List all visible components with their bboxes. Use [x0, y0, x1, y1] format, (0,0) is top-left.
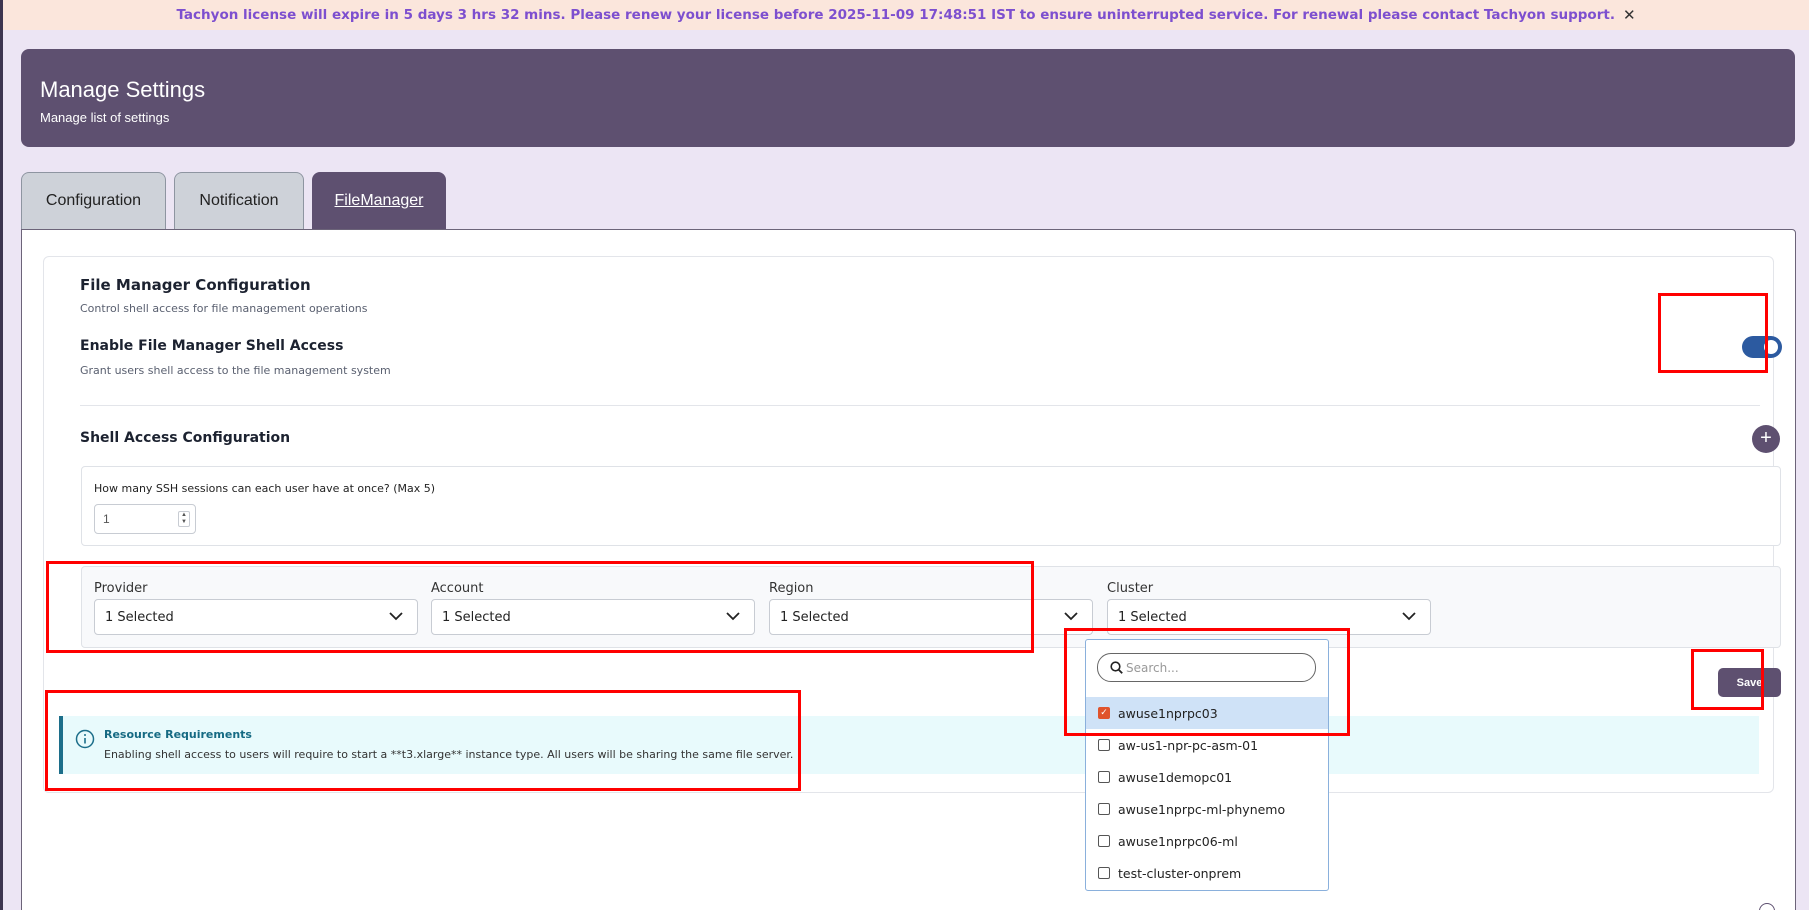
add-button[interactable]: +: [1752, 425, 1780, 453]
license-message: Tachyon license will expire in 5 days 3 …: [176, 7, 1615, 23]
region-select[interactable]: 1 Selected: [769, 599, 1093, 635]
tab-configuration[interactable]: Configuration: [21, 172, 166, 229]
shell-config-title: Shell Access Configuration: [80, 430, 291, 446]
checkbox-icon[interactable]: [1098, 835, 1110, 847]
shell-access-toggle[interactable]: [1742, 336, 1782, 358]
dropdown-option[interactable]: awuse1nprpc06-ml: [1086, 825, 1328, 857]
page-subtitle: Manage list of settings: [40, 110, 170, 125]
option-label: awuse1demopc01: [1118, 769, 1233, 785]
checkbox-icon[interactable]: [1098, 739, 1110, 751]
provider-label: Provider: [94, 581, 148, 596]
cluster-value: 1 Selected: [1118, 610, 1187, 625]
section-subtitle: Control shell access for file management…: [80, 302, 368, 315]
tab-notification[interactable]: Notification: [174, 172, 304, 229]
tab-filemanager[interactable]: FileManager: [312, 172, 446, 229]
settings-panel: File Manager Configuration Control shell…: [21, 229, 1796, 910]
ssh-sessions-value: 1: [103, 512, 110, 526]
option-label: aw-us1-npr-pc-asm-01: [1118, 737, 1259, 753]
license-banner: Tachyon license will expire in 5 days 3 …: [3, 0, 1809, 30]
chevron-down-icon: [1064, 612, 1078, 621]
provider-select[interactable]: 1 Selected: [94, 599, 418, 635]
search-icon: [1110, 661, 1123, 674]
page-header: Manage Settings Manage list of settings: [21, 49, 1795, 147]
shell-access-desc: Grant users shell access to the file man…: [80, 364, 391, 377]
dropdown-option[interactable]: awuse1nprpc-ml-phynemo: [1086, 793, 1328, 825]
option-label: awuse1nprpc06-ml: [1118, 833, 1238, 849]
window-edge: [0, 0, 3, 910]
cluster-label: Cluster: [1107, 581, 1154, 596]
chevron-down-icon: [1402, 612, 1416, 621]
account-label: Account: [431, 581, 484, 596]
region-value: 1 Selected: [780, 610, 849, 625]
info-text: Enabling shell access to users will requ…: [104, 748, 794, 761]
account-select[interactable]: 1 Selected: [431, 599, 755, 635]
region-label: Region: [769, 581, 814, 596]
checkbox-icon[interactable]: [1098, 771, 1110, 783]
dropdown-option[interactable]: aw-us1-npr-pc-asm-01: [1086, 729, 1328, 761]
cluster-select[interactable]: 1 Selected: [1107, 599, 1431, 635]
checkbox-icon[interactable]: [1098, 867, 1110, 879]
provider-value: 1 Selected: [105, 610, 174, 625]
info-icon: [75, 729, 95, 749]
section-title: File Manager Configuration: [80, 276, 311, 294]
shell-access-title: Enable File Manager Shell Access: [80, 338, 344, 354]
ssh-sessions-label: How many SSH sessions can each user have…: [94, 482, 436, 495]
save-button[interactable]: Save: [1718, 668, 1781, 697]
close-icon[interactable]: ✕: [1623, 6, 1636, 24]
divider: [80, 405, 1760, 406]
option-label: awuse1nprpc-ml-phynemo: [1118, 801, 1286, 817]
dropdown-option[interactable]: ✓ awuse1nprpc03: [1086, 697, 1328, 729]
stepper-icon[interactable]: ▲ ▼: [178, 511, 190, 527]
checkbox-icon[interactable]: [1098, 803, 1110, 815]
resource-info-alert: Resource Requirements Enabling shell acc…: [59, 716, 1759, 774]
file-manager-card: File Manager Configuration Control shell…: [43, 256, 1782, 793]
ssh-sessions-input[interactable]: 1 ▲ ▼: [94, 504, 196, 534]
search-input[interactable]: Search...: [1097, 653, 1316, 682]
chevron-down-icon: [389, 612, 403, 621]
option-label: awuse1nprpc03: [1118, 705, 1218, 721]
chevron-down-icon: [726, 612, 740, 621]
filter-box: Provider 1 Selected Account 1 Selected R…: [81, 566, 1781, 648]
option-label: test-cluster-onprem: [1118, 865, 1242, 881]
info-title: Resource Requirements: [104, 728, 252, 741]
page-title: Manage Settings: [40, 77, 206, 102]
checkbox-checked-icon[interactable]: ✓: [1098, 707, 1110, 719]
dropdown-option[interactable]: awuse1demopc01: [1086, 761, 1328, 793]
ssh-sessions-box: How many SSH sessions can each user have…: [81, 466, 1781, 546]
account-value: 1 Selected: [442, 610, 511, 625]
cluster-dropdown: Search... ✓ awuse1nprpc03 aw-us1-npr-pc-…: [1085, 639, 1329, 891]
search-placeholder: Search...: [1126, 661, 1179, 675]
dropdown-option[interactable]: test-cluster-onprem: [1086, 857, 1328, 889]
